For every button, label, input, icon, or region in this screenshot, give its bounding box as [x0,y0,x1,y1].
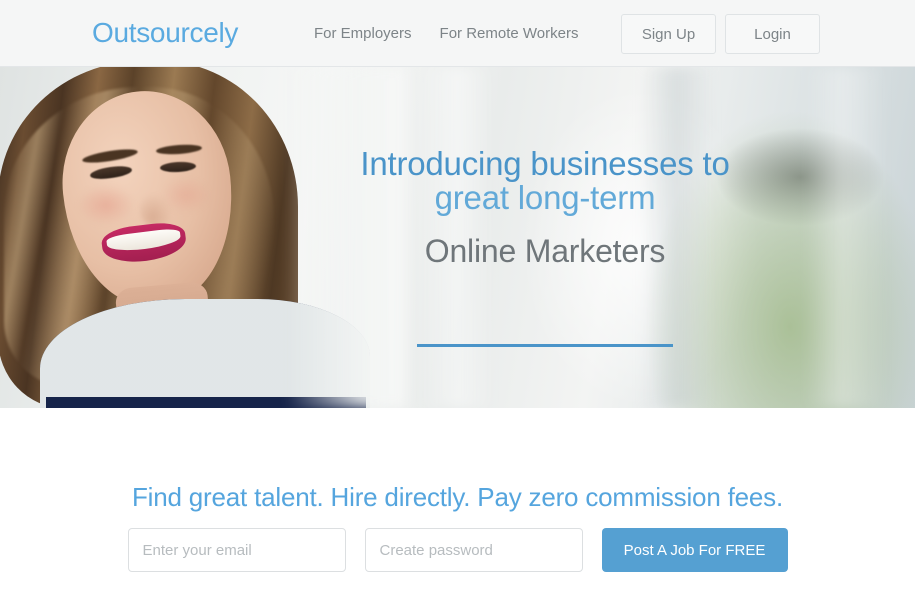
person-teeth [105,227,182,254]
brand-logo[interactable]: Outsourcely [92,16,238,50]
signup-form: Post A Job For FREE [0,528,915,572]
primary-nav: For Employers For Remote Workers [314,24,578,44]
site-header: Outsourcely For Employers For Remote Wor… [0,0,915,67]
nav-link-for-remote-workers[interactable]: For Remote Workers [440,24,579,44]
login-button[interactable]: Login [725,14,820,54]
post-a-job-button[interactable]: Post A Job For FREE [601,528,788,572]
person-nose [140,193,172,227]
cta-headline: Find great talent. Hire directly. Pay ze… [132,482,783,512]
signup-cta-section: Find great talent. Hire directly. Pay ze… [0,408,915,606]
nav-link-for-employers[interactable]: For Employers [314,24,412,44]
auth-button-group: Sign Up Login [621,14,820,54]
sign-up-button[interactable]: Sign Up [621,14,716,54]
email-input[interactable] [127,528,346,572]
person-cheek-left [78,185,134,225]
hero-section: Introducing businesses to great long-ter… [0,67,915,408]
password-input[interactable] [364,528,583,572]
photo-blend-gradient [286,67,406,408]
